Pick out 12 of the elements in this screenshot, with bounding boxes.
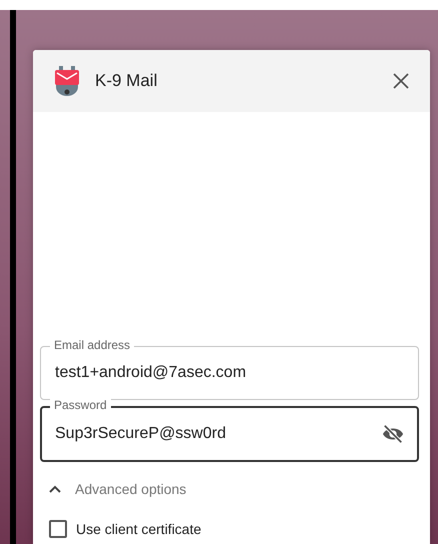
field-label: Password bbox=[50, 398, 111, 412]
dialog-title: K-9 Mail bbox=[95, 71, 158, 91]
checkbox-label: Use client certificate bbox=[76, 521, 202, 537]
eye-slash-icon[interactable] bbox=[382, 423, 404, 445]
field-value: test1+android@7asec.com bbox=[55, 364, 248, 382]
advanced-options-toggle[interactable]: Advanced options bbox=[75, 481, 186, 497]
checkbox[interactable] bbox=[49, 520, 67, 538]
field-value: Sup3rSecureP@ssw0rd bbox=[55, 425, 227, 443]
mail-logo-icon bbox=[53, 66, 81, 96]
close-icon[interactable] bbox=[393, 73, 409, 89]
field-label: Email address bbox=[50, 338, 134, 352]
caret-icon[interactable] bbox=[49, 485, 61, 493]
